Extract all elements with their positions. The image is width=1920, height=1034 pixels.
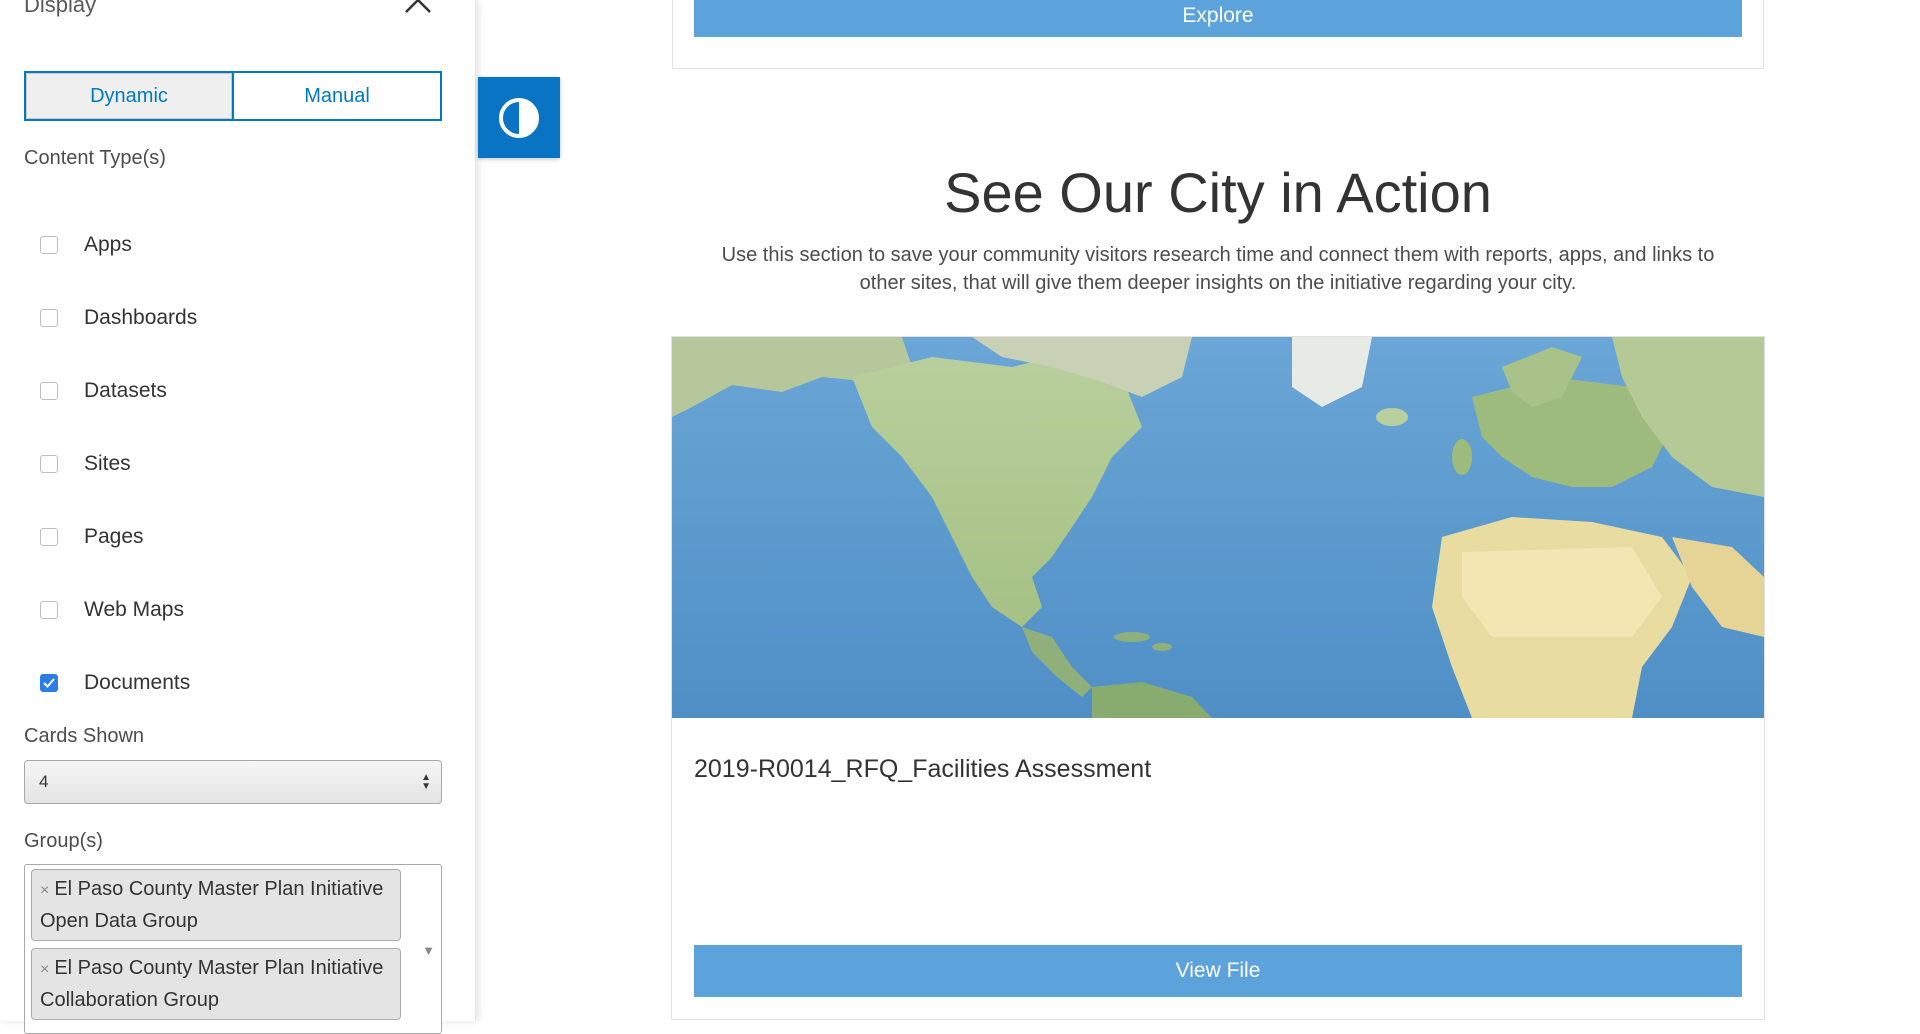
checkbox[interactable] <box>40 308 58 327</box>
group-name-line2: Open Data Group <box>40 910 198 932</box>
checkbox-label: Web Maps <box>84 597 184 621</box>
checkbox-label: Datasets <box>84 378 167 402</box>
content-type-documents[interactable]: Documents <box>40 646 420 719</box>
content-type-dashboards[interactable]: Dashboards <box>40 281 420 354</box>
group-chip: × El Paso County Master Plan Initiative C… <box>31 948 401 1020</box>
group-chip: × El Paso County Master Plan Initiative O… <box>31 869 401 941</box>
content-type-web-maps[interactable]: Web Maps <box>40 573 420 646</box>
group-name-line1: El Paso County Master Plan Initiative <box>54 878 384 900</box>
content-type-sites[interactable]: Sites <box>40 427 420 500</box>
layout-sidebar: Display Dynamic Manual Content Type(s) A… <box>0 0 476 1034</box>
caret-down-icon[interactable]: ▼ <box>422 943 435 958</box>
explore-button[interactable]: Explore <box>694 0 1742 37</box>
content-types-label: Content Type(s) <box>24 147 166 169</box>
updown-arrows-icon: ▲ ▼ <box>421 772 431 792</box>
checkbox[interactable] <box>40 454 58 473</box>
checkbox-label: Dashboards <box>84 305 198 329</box>
view-file-button[interactable]: View File <box>694 945 1742 997</box>
groups-label: Group(s) <box>24 830 103 852</box>
cards-shown-value: 4 <box>39 772 49 791</box>
checkbox[interactable] <box>40 235 58 254</box>
section-description-line1: Use this section to save your community … <box>721 244 1715 266</box>
checkbox[interactable] <box>40 600 58 619</box>
checkbox-checked[interactable] <box>40 673 58 692</box>
cards-shown-label: Cards Shown <box>24 725 145 747</box>
cards-shown-select[interactable]: 4 ▲ ▼ <box>24 760 442 804</box>
groups-multiselect[interactable]: × El Paso County Master Plan Initiative O… <box>24 864 442 1034</box>
group-name-line2: Collaboration Group <box>40 989 219 1011</box>
display-mode-toggle: Dynamic Manual <box>24 71 442 121</box>
content-type-apps[interactable]: Apps <box>40 208 420 281</box>
display-panel-header[interactable]: Display <box>24 0 434 20</box>
panel-title: Display <box>24 0 97 17</box>
section-description: Use this section to save your community … <box>672 241 1764 297</box>
section-description-line2: other sites, that will give them deeper … <box>859 272 1577 294</box>
checkbox-label: Apps <box>84 232 132 256</box>
content-type-datasets[interactable]: Datasets <box>40 354 420 427</box>
contrast-toggle-button[interactable] <box>478 77 560 158</box>
previous-card: Explore <box>672 0 1764 69</box>
close-icon[interactable]: × <box>40 882 49 899</box>
card-title[interactable]: 2019-R0014_RFQ_Facilities Assessment <box>694 755 1151 784</box>
close-icon[interactable]: × <box>40 961 49 978</box>
checkbox-label: Documents <box>84 670 191 694</box>
manual-mode-button[interactable]: Manual <box>234 71 442 121</box>
world-map-image <box>672 337 1764 718</box>
content-type-list: Apps Dashboards Datasets Sites Pages Web… <box>40 208 420 719</box>
document-card: 2019-R0014_RFQ_Facilities Assessment Vie… <box>671 336 1765 1020</box>
group-name-line1: El Paso County Master Plan Initiative <box>54 957 384 979</box>
contrast-icon <box>499 97 539 138</box>
map-thumbnail[interactable] <box>672 337 1764 718</box>
checkbox[interactable] <box>40 527 58 546</box>
check-icon <box>43 677 55 688</box>
checkbox-label: Sites <box>84 451 131 475</box>
checkbox[interactable] <box>40 381 58 400</box>
section-title: See Our City in Action <box>944 161 1492 224</box>
checkbox-label: Pages <box>84 524 144 548</box>
chevron-up-icon[interactable] <box>402 0 434 20</box>
dynamic-mode-button[interactable]: Dynamic <box>24 71 234 121</box>
content-type-pages[interactable]: Pages <box>40 500 420 573</box>
